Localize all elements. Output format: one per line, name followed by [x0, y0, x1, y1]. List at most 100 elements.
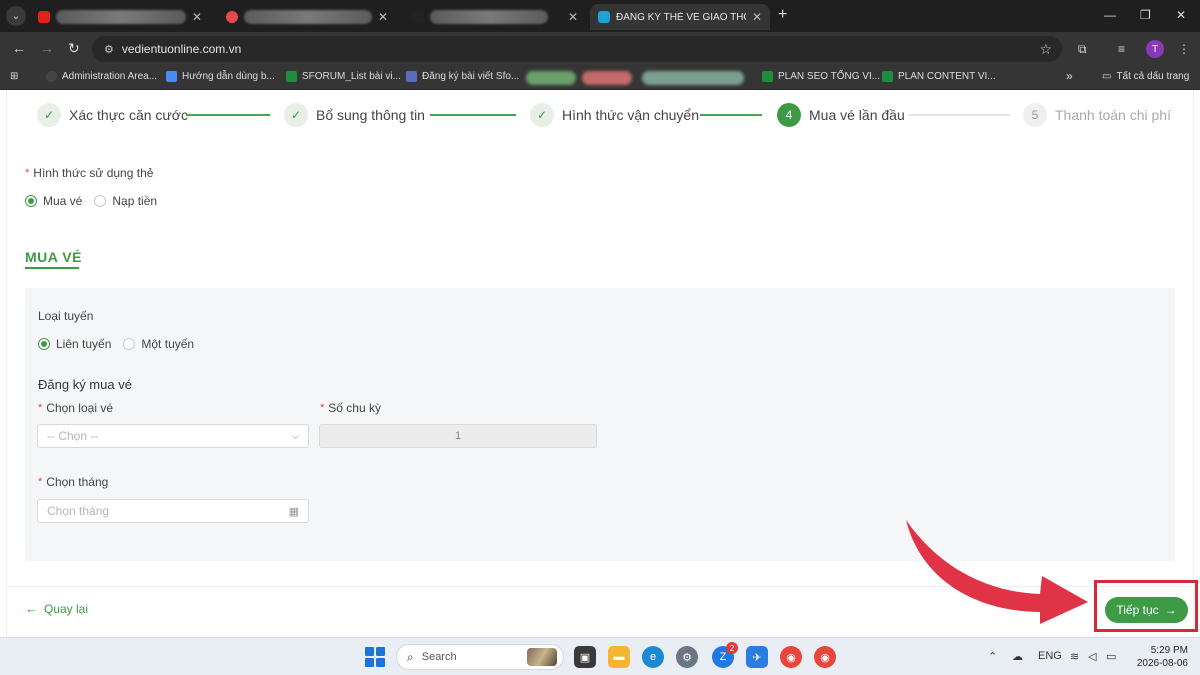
bookmark-item[interactable]: PLAN CONTENT VI... — [882, 71, 996, 82]
settings-gear-icon[interactable]: ⚙ — [676, 646, 698, 668]
bookmark-item[interactable]: Administration Area... — [46, 71, 157, 82]
new-tab-icon[interactable]: + — [778, 6, 787, 24]
all-bookmarks[interactable]: ▭ Tất cả dấu trang — [1102, 71, 1189, 82]
radio-checked-icon[interactable] — [38, 338, 50, 350]
bookmark-item[interactable]: SFORUM_List bài vi... — [286, 71, 401, 82]
blurred-bookmark[interactable] — [582, 71, 632, 85]
apps-grid-icon[interactable]: ⊞ — [10, 71, 18, 82]
more-menu-icon[interactable]: ⋮ — [1178, 42, 1190, 56]
site-icon — [412, 11, 424, 23]
clock-date: 2026-08-06 — [1136, 658, 1188, 669]
radio-inter-route[interactable]: Liên tuyến — [38, 337, 111, 351]
route-type-radio-group: Liên tuyến Một tuyến — [38, 337, 206, 351]
system-clock[interactable]: 5:29 PM 2026-08-06 — [1132, 644, 1188, 670]
forms-icon — [406, 71, 417, 82]
bookmark-item[interactable]: PLAN SEO TỔNG VI... — [762, 71, 880, 82]
browser-tab-2[interactable]: ✕ — [218, 4, 396, 30]
step-connector — [908, 114, 1010, 116]
step-1: ✓ Xác thực căn cước — [37, 103, 188, 127]
zalo-icon[interactable]: Z 2 — [712, 642, 738, 668]
highlight-frame — [1094, 580, 1198, 632]
usage-type-label: * Hình thức sử dụng thẻ — [25, 166, 153, 180]
required-mark: * — [38, 476, 43, 488]
blurred-bookmark[interactable] — [526, 71, 576, 85]
taskbar-search[interactable]: ⌕ Search — [396, 644, 564, 670]
chrome-profile-icon[interactable]: ◉ — [814, 646, 836, 668]
close-tab-icon[interactable]: ✕ — [378, 10, 388, 24]
search-label: Search — [421, 651, 457, 663]
calendar-icon: ▦ — [288, 505, 299, 518]
step-number: 5 — [1023, 103, 1047, 127]
windows-taskbar: ⌕ Search ▣ ▬ e ⚙ Z 2 ✈ ◉ ◉ ⌃ ☁ ENG ≋ ◁ ▭… — [0, 637, 1200, 675]
address-bar[interactable]: ⚙ vedientuonline.com.vn ☆ — [92, 36, 1062, 62]
reload-icon[interactable]: ↻ — [68, 40, 80, 57]
step-4: 4 Mua vé lần đầu — [777, 103, 905, 127]
chrome-icon[interactable]: ◉ — [780, 646, 802, 668]
month-picker[interactable]: Chọn tháng ▦ — [37, 499, 309, 523]
site-info-icon[interactable]: ⚙ — [104, 43, 114, 56]
bookmark-item[interactable]: Hướng dẫn dùng b... — [166, 71, 275, 82]
close-tab-icon[interactable]: ✕ — [192, 10, 202, 24]
back-arrow-icon[interactable]: ← — [12, 40, 26, 56]
bookmark-label: Hướng dẫn dùng b... — [182, 71, 275, 82]
radio-checked-icon[interactable] — [25, 195, 37, 207]
bookmarks-overflow-icon[interactable]: » — [1066, 69, 1073, 83]
radio-buy-ticket[interactable]: Mua vé — [25, 194, 82, 208]
annotation-arrow — [906, 520, 1088, 624]
step-number: 4 — [777, 103, 801, 127]
chevron-up-icon[interactable]: ⌃ — [988, 650, 997, 663]
cycles-input[interactable]: 1 — [319, 424, 597, 448]
cycles-text: Số chu kỳ — [328, 401, 381, 415]
restore-icon[interactable]: ❐ — [1140, 8, 1151, 22]
browser-tab-1[interactable]: ✕ — [30, 4, 210, 30]
section-underline — [25, 267, 79, 269]
edge-icon[interactable]: e — [642, 646, 664, 668]
cloud-icon[interactable]: ☁ — [1012, 650, 1023, 663]
back-label: Quay lại — [44, 601, 89, 616]
close-tab-icon[interactable]: ✕ — [568, 10, 578, 24]
site-favicon-icon — [598, 11, 610, 23]
language-indicator[interactable]: ENG — [1038, 650, 1062, 662]
blurred-tab-title — [56, 10, 186, 24]
ticket-type-select[interactable]: -- Chọn -- ⌵ — [37, 424, 309, 448]
register-heading: Đăng ký mua vé — [38, 377, 132, 392]
folder-icon: ▭ — [1102, 71, 1112, 82]
tab-search-icon[interactable]: ⌄ — [6, 6, 26, 26]
close-tab-icon[interactable]: ✕ — [752, 10, 762, 24]
blurred-bookmark[interactable] — [642, 71, 744, 85]
file-explorer-icon[interactable]: ▬ — [608, 646, 630, 668]
radio-single-route[interactable]: Một tuyến — [123, 337, 194, 351]
forward-arrow-icon[interactable]: → — [40, 40, 54, 56]
active-tab-title: ĐĂNG KÝ THẺ VÉ GIAO THÔNG — [616, 11, 746, 23]
radio-top-up[interactable]: Nạp tiền — [94, 194, 157, 208]
profile-avatar[interactable]: T — [1146, 40, 1164, 58]
required-mark: * — [320, 402, 325, 414]
minimize-icon[interactable]: — — [1104, 8, 1116, 22]
window-close-icon[interactable]: ✕ — [1176, 8, 1186, 22]
volume-icon[interactable]: ◁ — [1088, 650, 1096, 663]
browser-tab-3[interactable]: ✕ — [404, 4, 586, 30]
required-mark: * — [38, 402, 43, 414]
step-2: ✓ Bổ sung thông tin — [284, 103, 425, 127]
cycles-label: * Số chu kỳ — [320, 401, 381, 415]
bookmark-star-icon[interactable]: ☆ — [1039, 41, 1052, 58]
radio-unchecked-icon[interactable] — [123, 338, 136, 350]
ticket-type-text: Chọn loại vé — [46, 401, 113, 415]
back-button[interactable]: ← Quay lại — [25, 601, 88, 616]
task-view-icon[interactable]: ▣ — [574, 646, 596, 668]
radio-unchecked-icon[interactable] — [94, 195, 107, 207]
sheets-icon — [882, 71, 893, 82]
media-control-icon[interactable]: ≡ — [1118, 42, 1125, 56]
windows-start-icon[interactable] — [365, 647, 385, 667]
browser-tab-bar: ⌄ ✕ ✕ ✕ ĐĂNG KÝ THẺ VÉ GIAO THÔNG ✕ + — … — [0, 0, 1200, 32]
bookmark-item[interactable]: Đăng ký bài viết Sfo... — [406, 71, 519, 82]
wifi-icon[interactable]: ≋ — [1070, 650, 1079, 663]
battery-icon[interactable]: ▭ — [1106, 650, 1116, 663]
month-text: Chọn tháng — [46, 475, 109, 489]
radio-label: Mua vé — [43, 194, 83, 208]
chevron-down-icon: ⌵ — [291, 430, 299, 442]
browser-tab-active[interactable]: ĐĂNG KÝ THẺ VÉ GIAO THÔNG ✕ — [590, 4, 770, 30]
step-label: Hình thức vận chuyển — [562, 107, 700, 123]
extensions-icon[interactable]: ⧉ — [1078, 42, 1087, 57]
app-icon[interactable]: ✈ — [746, 646, 768, 668]
